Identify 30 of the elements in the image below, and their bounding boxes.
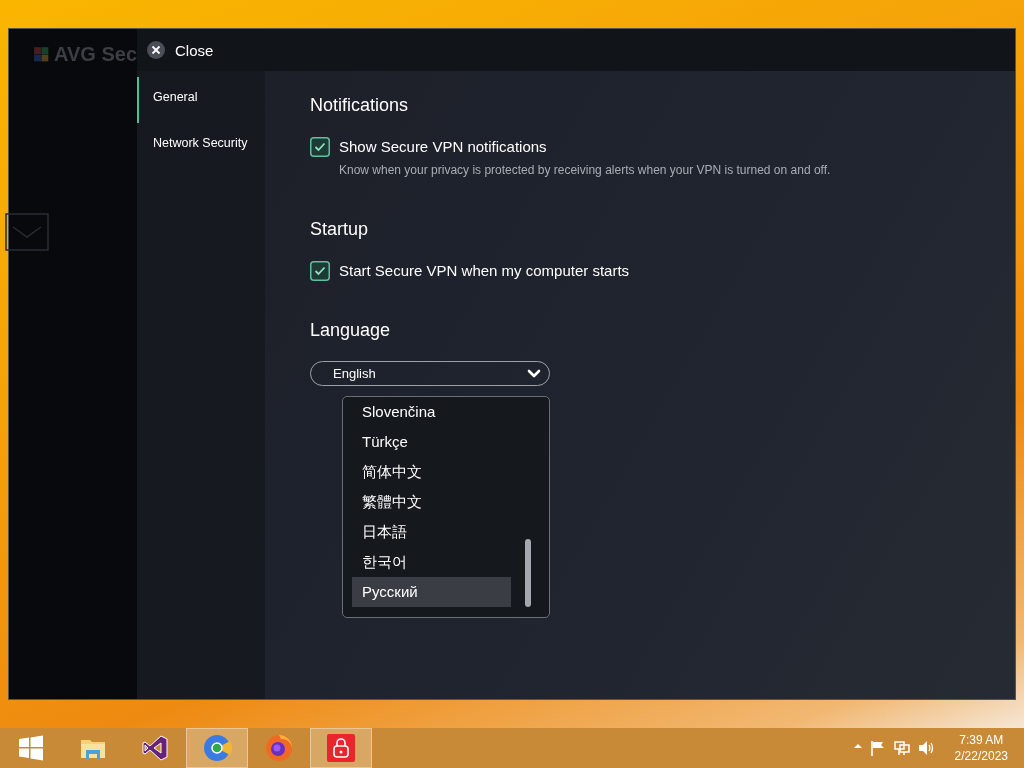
language-option[interactable]: Русский xyxy=(352,577,511,607)
language-option[interactable]: Slovenčina xyxy=(352,397,511,427)
option-label: Show Secure VPN notifications xyxy=(339,137,548,157)
checkbox-checked[interactable] xyxy=(310,137,330,157)
language-option[interactable]: 简体中文 xyxy=(352,457,511,487)
scrollbar-thumb[interactable] xyxy=(525,539,531,607)
padlock-icon xyxy=(326,733,356,763)
close-button[interactable]: Close xyxy=(147,39,214,61)
option-label: Start Secure VPN when my computer starts xyxy=(339,261,630,281)
network-icon[interactable] xyxy=(892,738,911,758)
chevron-down-icon xyxy=(527,368,541,379)
app-title: AVG Sec xyxy=(54,42,137,66)
checkbox-checked[interactable] xyxy=(310,261,330,281)
option-description: Know when your privacy is protected by receiving alerts when your VPN is turned on and off. xyxy=(339,163,831,177)
windows-logo-icon xyxy=(16,733,46,763)
infinity-logo-icon xyxy=(140,733,170,763)
language-option[interactable]: Türkçe xyxy=(352,427,511,457)
flag-icon[interactable] xyxy=(868,738,887,758)
section-heading: Startup xyxy=(310,219,370,240)
browser-icon xyxy=(202,733,232,763)
taskbar-button[interactable] xyxy=(310,728,372,768)
sidebar-tab[interactable]: Network Security xyxy=(137,123,265,169)
mail-icon xyxy=(5,213,49,251)
section-heading: Language xyxy=(310,320,392,341)
fox-browser-icon xyxy=(264,733,294,763)
language-option[interactable]: 한국어 xyxy=(352,547,511,577)
section-heading: Notifications xyxy=(310,95,410,116)
language-option[interactable]: 日本語 xyxy=(352,517,511,547)
language-option[interactable]: 繁體中文 xyxy=(352,487,511,517)
close-icon xyxy=(147,41,165,59)
